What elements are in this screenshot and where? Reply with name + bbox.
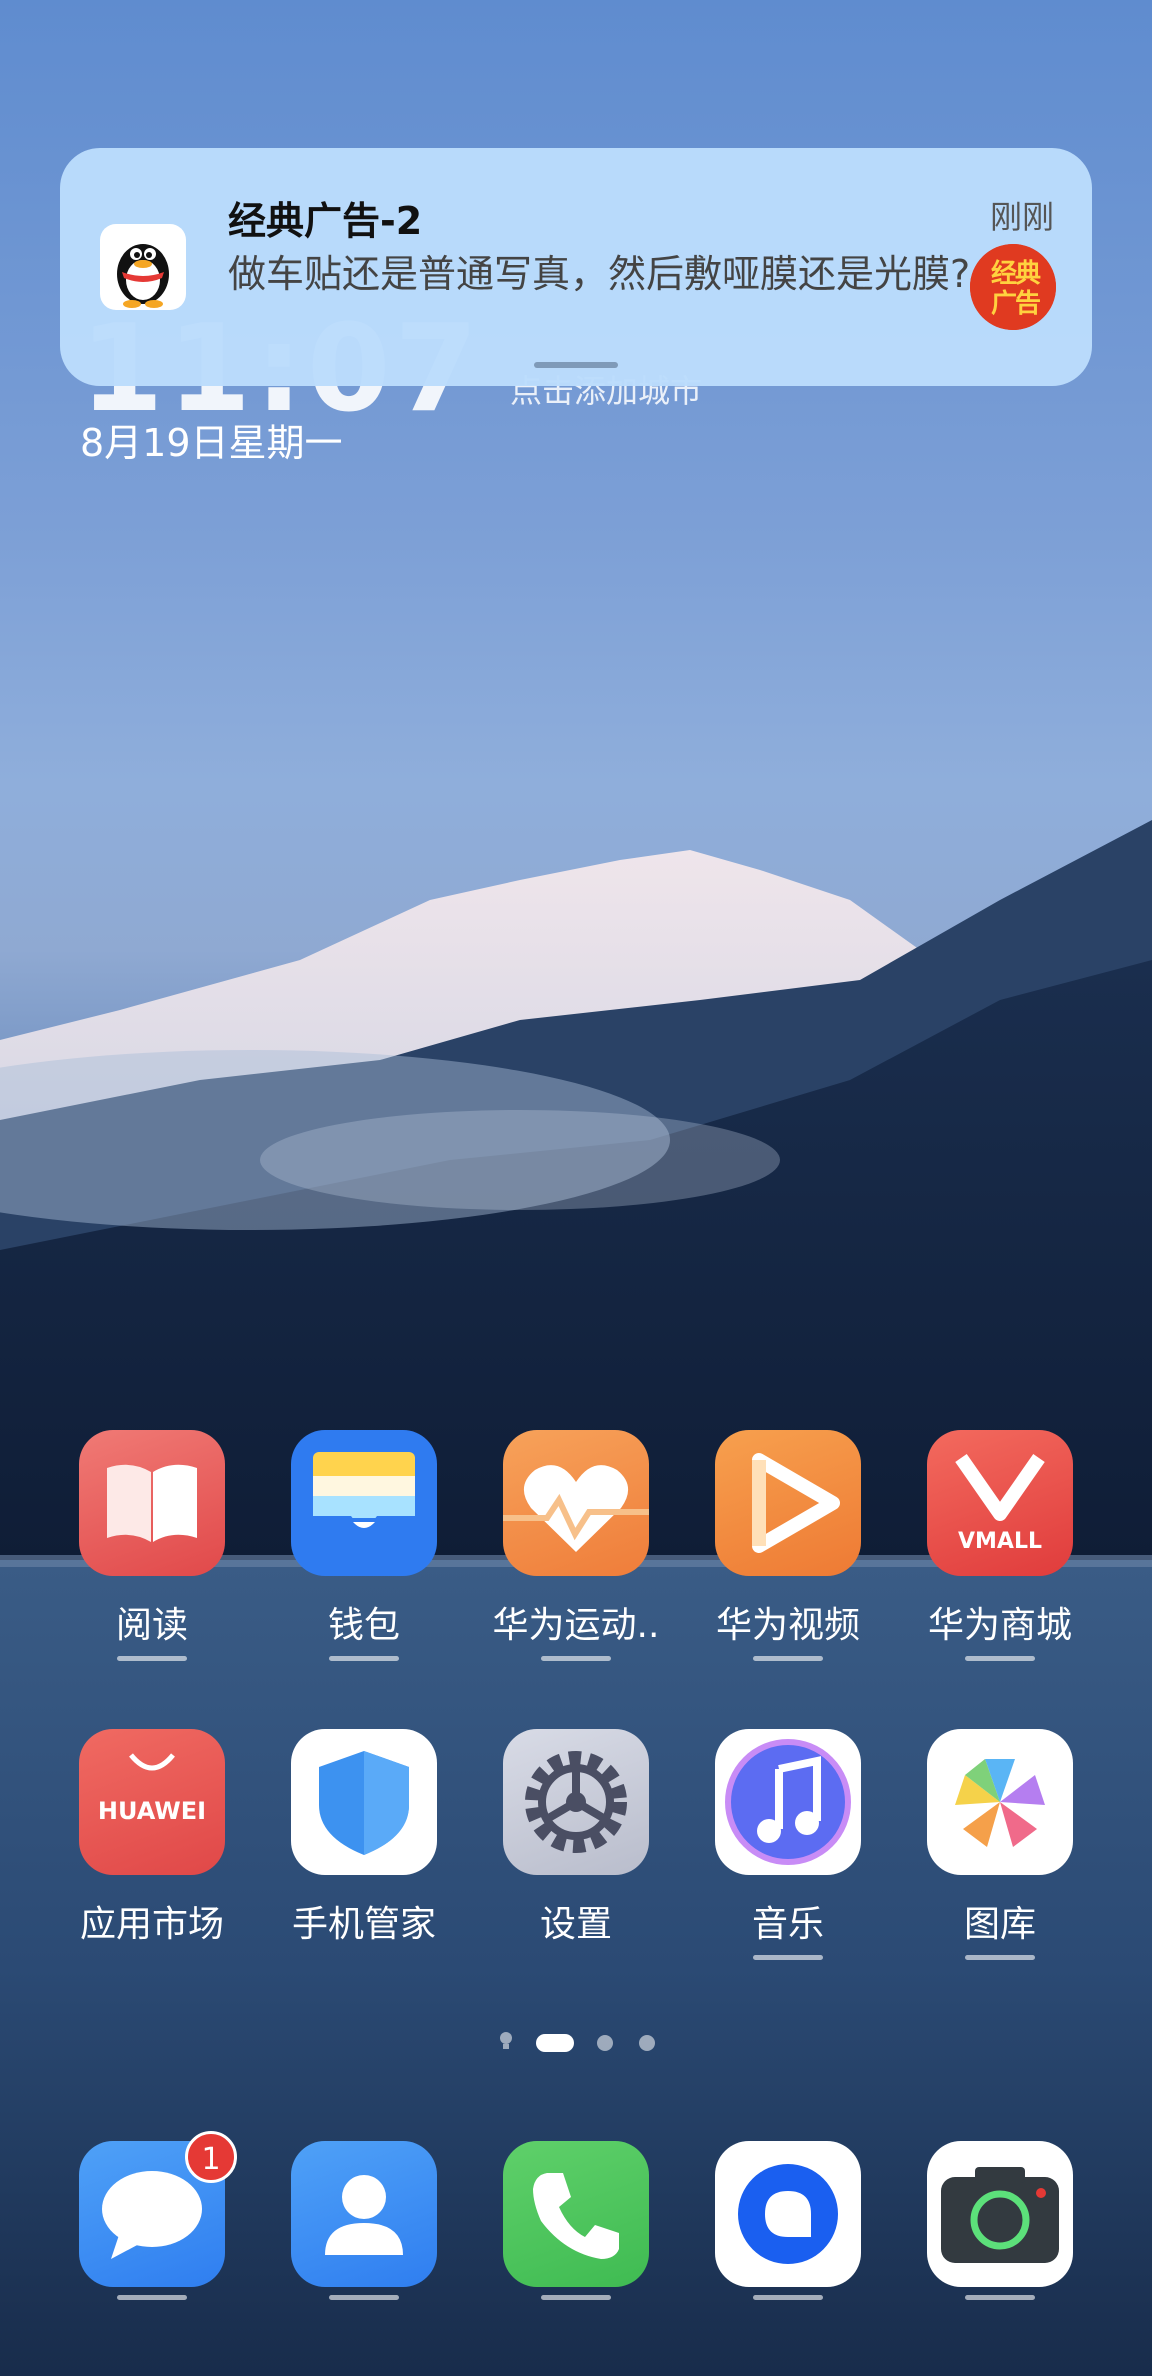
notification-time: 刚刚 bbox=[989, 198, 1054, 236]
classic-ad-logo-icon: 经 典 广 告 bbox=[970, 244, 1056, 330]
app-underline bbox=[753, 2295, 823, 2300]
music-note-icon bbox=[715, 1729, 861, 1875]
svg-text:告: 告 bbox=[1015, 289, 1041, 319]
svg-text:典: 典 bbox=[1015, 259, 1041, 289]
app-read[interactable]: 阅读 bbox=[52, 1430, 252, 1661]
app-underline bbox=[541, 2295, 611, 2300]
shield-icon bbox=[291, 1729, 437, 1875]
app-label: 图库 bbox=[963, 1904, 1036, 1945]
app-underline bbox=[965, 2295, 1035, 2300]
message-bubble-icon: 1 bbox=[79, 2131, 237, 2287]
page-dot-active[interactable] bbox=[536, 2034, 574, 2052]
browser-icon bbox=[715, 2141, 861, 2287]
camera-icon bbox=[927, 2141, 1073, 2287]
app-underline bbox=[965, 1656, 1035, 1661]
app-gallery-icon: HUAWEI bbox=[79, 1729, 225, 1875]
app-underline bbox=[753, 1955, 823, 1960]
app-gallery[interactable]: 图库 bbox=[900, 1729, 1100, 1960]
video-play-icon bbox=[715, 1430, 861, 1576]
svg-text:HUAWEI: HUAWEI bbox=[98, 1797, 206, 1825]
app-huawei-video[interactable]: 华为视频 bbox=[688, 1430, 888, 1661]
notification-drag-handle[interactable] bbox=[534, 362, 618, 368]
book-icon bbox=[79, 1430, 225, 1576]
contact-person-icon bbox=[291, 2141, 437, 2287]
app-appgallery[interactable]: HUAWEI 应用市场 bbox=[52, 1729, 252, 1947]
app-wallet[interactable]: 钱包 bbox=[264, 1430, 464, 1661]
app-label: 应用市场 bbox=[79, 1904, 224, 1945]
app-label: 手机管家 bbox=[291, 1904, 436, 1945]
svg-text:广: 广 bbox=[991, 289, 1017, 319]
app-underline bbox=[965, 1955, 1035, 1960]
bulb-icon bbox=[500, 2032, 512, 2049]
vmall-icon: VMALL bbox=[927, 1430, 1073, 1576]
app-underline bbox=[117, 2295, 187, 2300]
app-label: 音乐 bbox=[751, 1904, 824, 1945]
phone-handset-icon bbox=[503, 2141, 649, 2287]
app-vmall[interactable]: VMALL 华为商城 bbox=[900, 1430, 1100, 1661]
app-label: 设置 bbox=[539, 1904, 612, 1945]
dock-phone[interactable] bbox=[476, 2141, 676, 2300]
app-underline bbox=[117, 1656, 187, 1661]
qq-penguin-icon bbox=[100, 224, 186, 310]
app-label: 华为运动.. bbox=[492, 1605, 660, 1646]
dock-messages[interactable]: 1 bbox=[52, 2131, 252, 2300]
notification-banner[interactable]: 经典广告-2 做车贴还是普通写真，然后敷哑膜还是光膜? 刚刚 经 典 广 告 bbox=[60, 148, 1092, 386]
unread-badge: 1 bbox=[185, 2131, 237, 2183]
app-settings[interactable]: 设置 bbox=[476, 1729, 676, 1947]
page-dot[interactable] bbox=[639, 2035, 655, 2051]
health-heart-icon bbox=[503, 1430, 649, 1576]
notification-body: 做车贴还是普通写真，然后敷哑膜还是光膜? bbox=[228, 252, 971, 296]
clock-date: 8月19日星期一 bbox=[80, 421, 343, 465]
dock-browser[interactable] bbox=[688, 2141, 888, 2300]
app-label: 华为商城 bbox=[927, 1605, 1072, 1646]
svg-text:VMALL: VMALL bbox=[958, 1529, 1042, 1554]
app-music[interactable]: 音乐 bbox=[688, 1729, 888, 1960]
app-label: 华为视频 bbox=[715, 1605, 860, 1646]
gear-icon bbox=[503, 1729, 649, 1875]
app-label: 钱包 bbox=[327, 1605, 400, 1646]
svg-text:经: 经 bbox=[991, 258, 1017, 289]
app-underline bbox=[541, 1656, 611, 1661]
app-label: 阅读 bbox=[115, 1605, 188, 1646]
app-underline bbox=[753, 1656, 823, 1661]
dock-camera[interactable] bbox=[900, 2141, 1100, 2300]
page-indicator[interactable] bbox=[0, 2031, 1152, 2052]
wallet-icon bbox=[291, 1430, 437, 1576]
app-phone-manager[interactable]: 手机管家 bbox=[264, 1729, 464, 1947]
gallery-pinwheel-icon bbox=[927, 1729, 1073, 1875]
app-underline bbox=[329, 1656, 399, 1661]
page-dot[interactable] bbox=[597, 2035, 613, 2051]
app-huawei-health[interactable]: 华为运动.. bbox=[476, 1430, 676, 1661]
notification-title: 经典广告-2 bbox=[228, 199, 423, 243]
dock-contacts[interactable] bbox=[264, 2141, 464, 2300]
app-underline bbox=[329, 2295, 399, 2300]
